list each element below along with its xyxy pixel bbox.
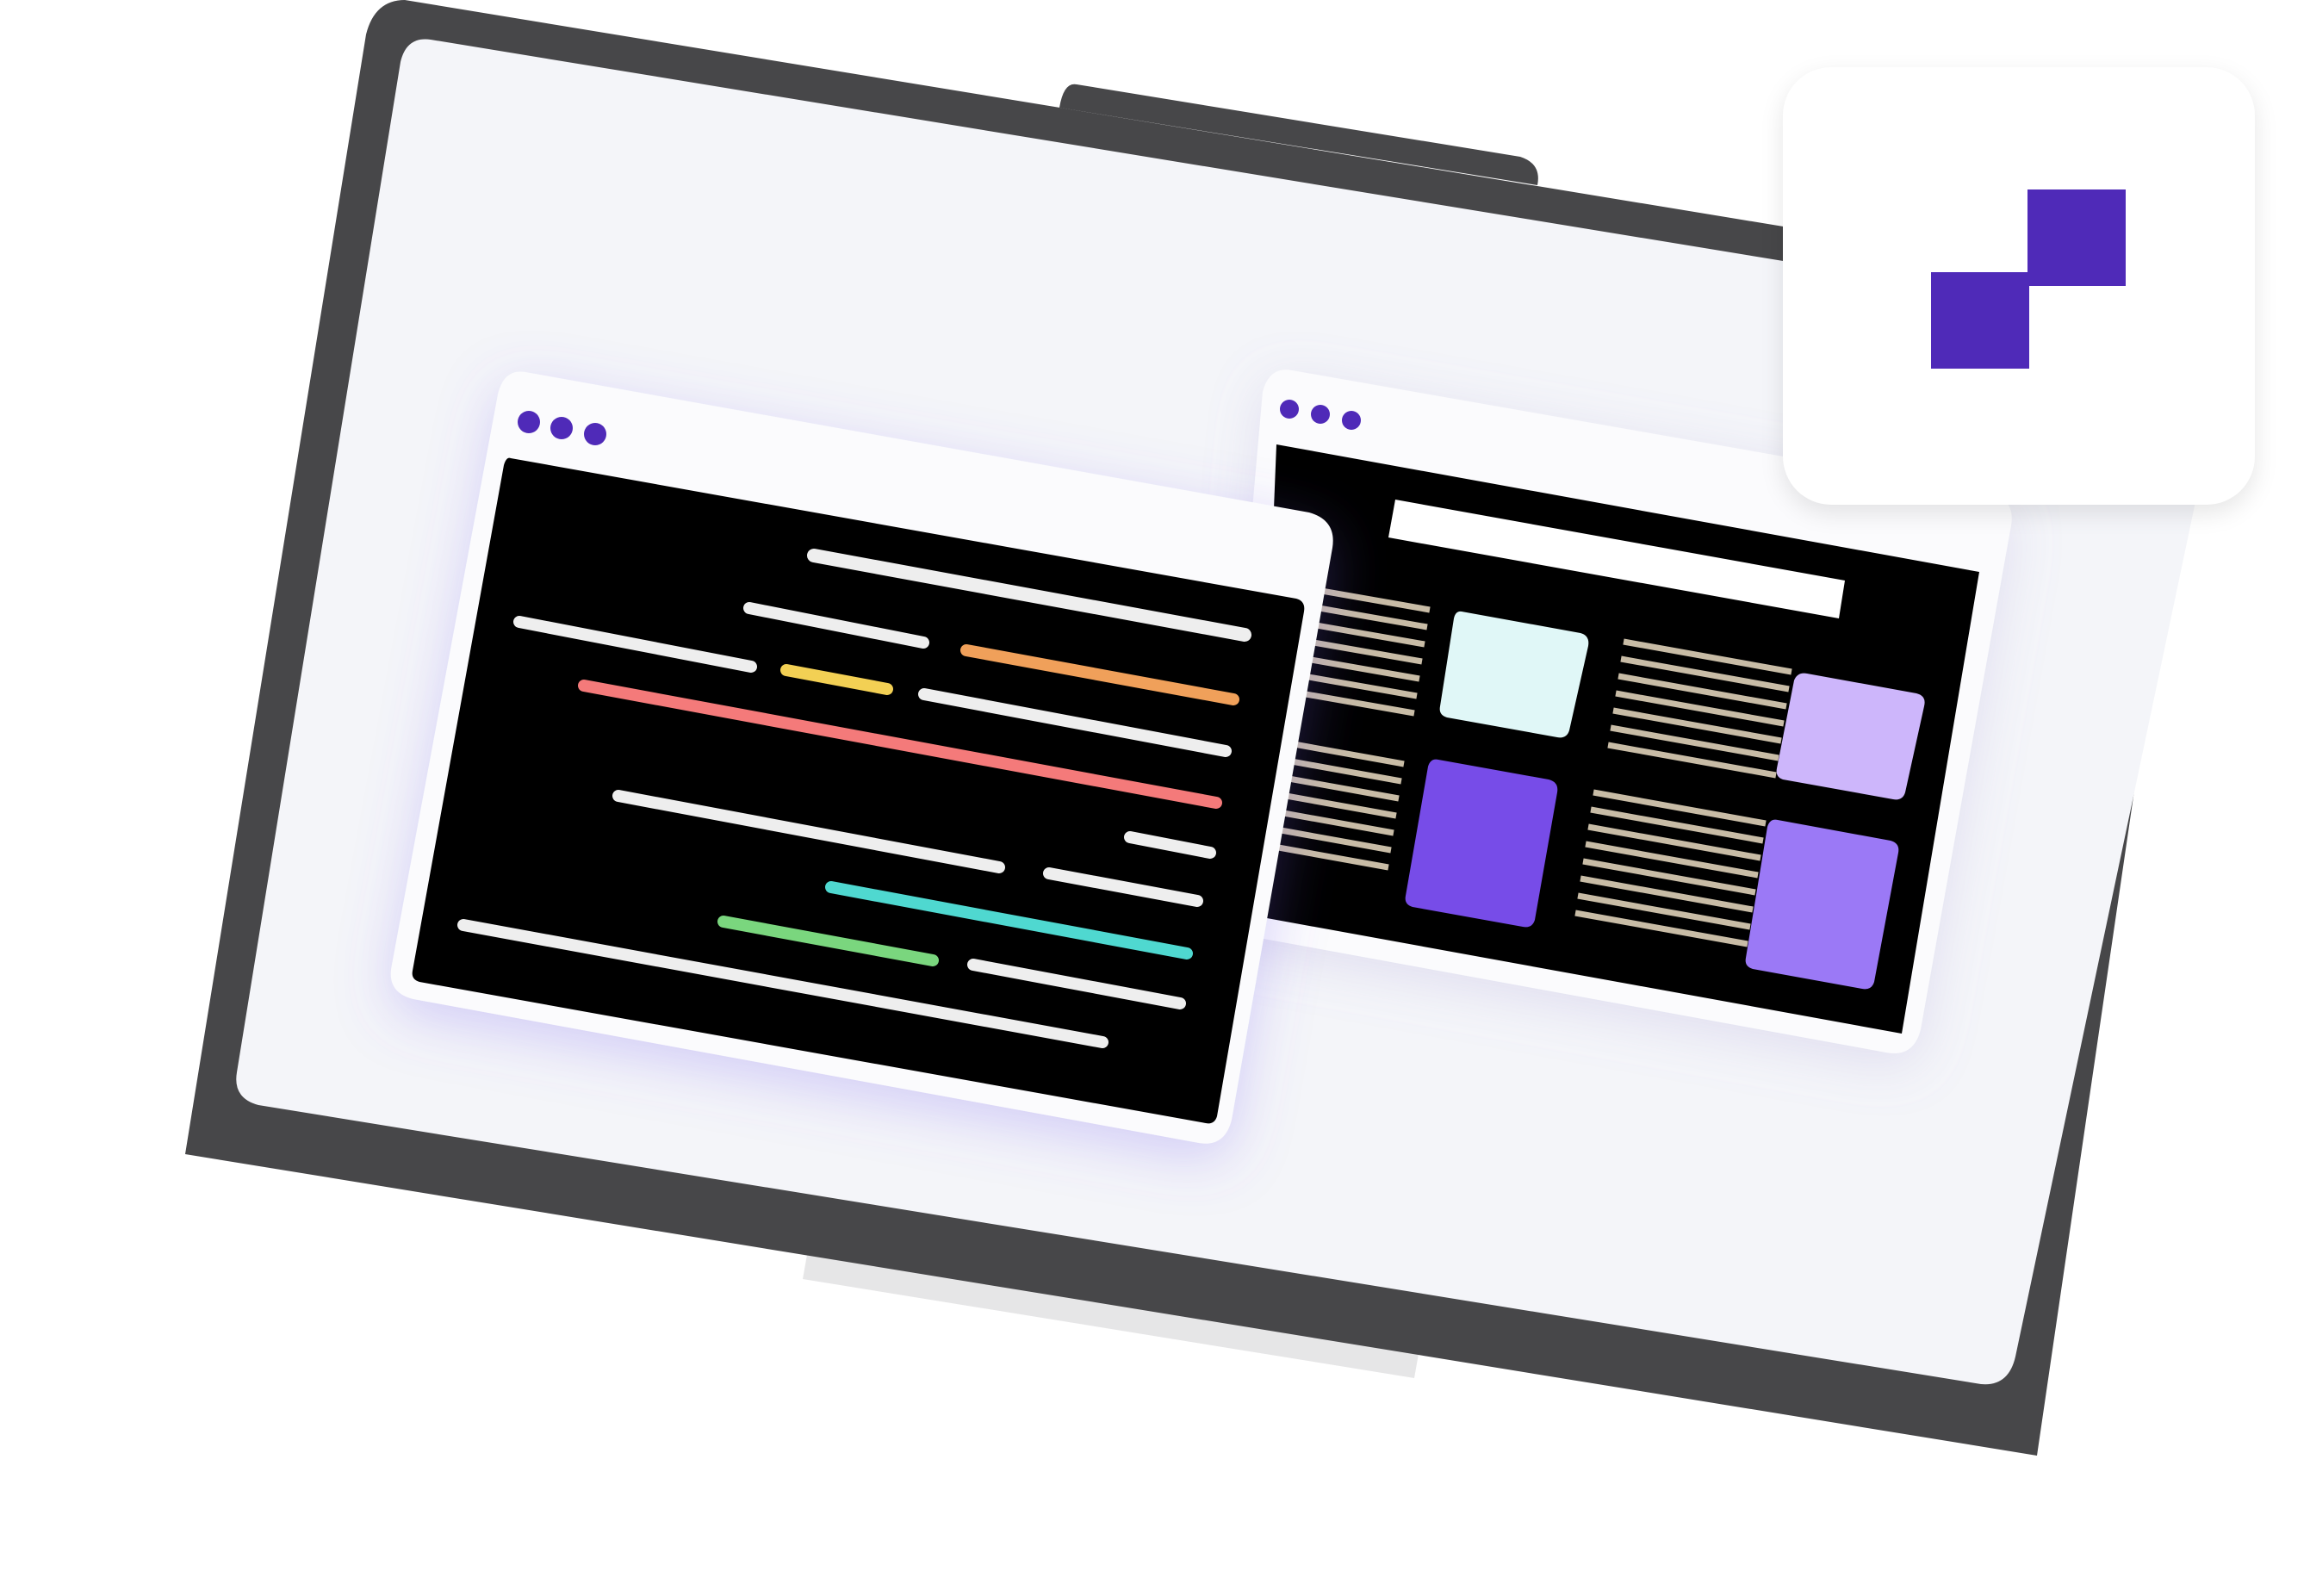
preview-card-purple[interactable] [1745,819,1899,990]
preview-card-lavender[interactable] [1776,673,1925,800]
stacked-squares-logo-icon [2027,189,2126,286]
window-dot-icon[interactable] [550,417,573,439]
window-dot-icon[interactable] [518,411,540,433]
window-dot-icon[interactable] [1280,400,1299,419]
app-logo-tile[interactable] [1783,67,2255,505]
window-dot-icon[interactable] [1311,405,1330,424]
preview-card-violet[interactable] [1405,759,1558,928]
stacked-squares-logo-icon [1931,272,2029,369]
window-dot-icon[interactable] [584,423,606,445]
window-dot-icon[interactable] [1342,411,1361,430]
